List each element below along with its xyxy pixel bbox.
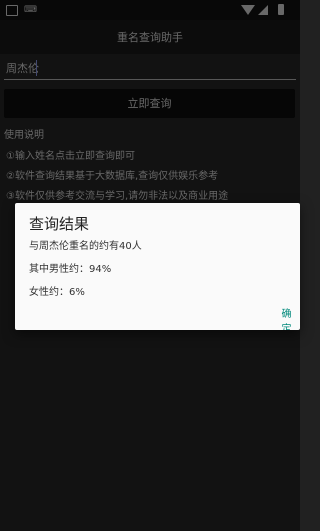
result-summary: 与周杰伦重名的约有40人 <box>29 241 142 252</box>
dialog-title: 查询结果 <box>29 215 90 233</box>
result-dialog: 查询结果 与周杰伦重名的约有40人 其中男性约：94% 女性约：6% 确定 <box>15 203 300 330</box>
ok-button[interactable]: 确定 <box>273 303 300 330</box>
male-percentage: 其中男性约：94% <box>29 264 112 275</box>
female-percentage: 女性约：6% <box>29 287 85 298</box>
